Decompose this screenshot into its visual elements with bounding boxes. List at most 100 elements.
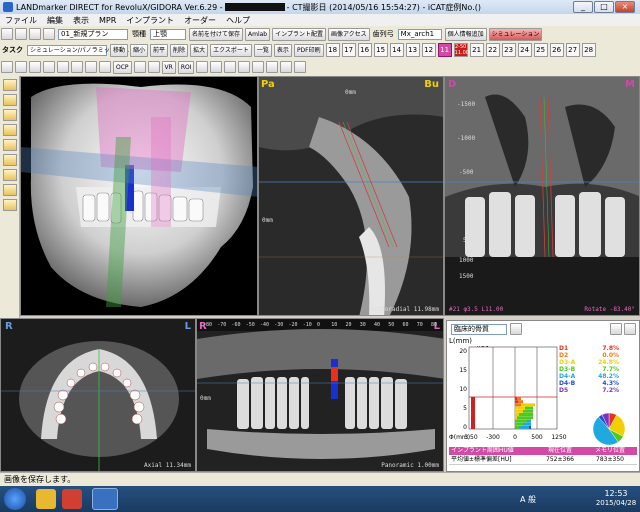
undo-icon[interactable] [294, 61, 307, 73]
amlab-button[interactable]: Amlab [245, 27, 271, 41]
menu-edit[interactable]: 編集 [42, 15, 68, 26]
book-icon[interactable] [610, 323, 622, 335]
export-button[interactable]: エクスポート [210, 43, 252, 57]
implant-icon[interactable] [196, 61, 209, 73]
app-taskbar-icon[interactable] [62, 489, 82, 509]
save-icon[interactable] [29, 28, 41, 40]
menu-help[interactable]: ヘルプ [221, 15, 255, 26]
angle-icon[interactable] [252, 61, 265, 73]
axial-view[interactable]: R L Axial 11.34mm [0, 318, 196, 472]
simulation-button[interactable]: シミュレーション [488, 27, 543, 41]
menu-file[interactable]: ファイル [0, 15, 42, 26]
vr-button[interactable]: VR [161, 60, 176, 74]
tooth-14[interactable]: 14 [389, 43, 404, 57]
start-button[interactable] [4, 488, 26, 510]
cross-section-view[interactable]: D M -1500 -1000 -500 0 500 1000 1500 #21… [444, 76, 640, 316]
save-as-button[interactable]: 名前を付けて保存 [189, 27, 244, 41]
jaw-select[interactable]: 上顎 [150, 28, 186, 40]
tooth-22[interactable]: 22 [485, 43, 500, 57]
pen-icon[interactable] [224, 61, 237, 73]
tooth-12[interactable]: 12 [421, 43, 436, 57]
pan-icon[interactable] [29, 61, 41, 73]
open-icon[interactable] [15, 28, 27, 40]
pointer-icon[interactable] [1, 61, 13, 73]
landmarker-taskbar-icon[interactable] [92, 488, 118, 510]
measure-icon[interactable] [99, 61, 111, 73]
tooth-21[interactable]: 21 [469, 43, 484, 57]
ocp-button[interactable]: OCP [113, 60, 132, 74]
folder-icon[interactable] [3, 124, 17, 136]
folder-icon[interactable] [3, 199, 17, 211]
bone-quality-panel: 臨床的骨質 L(mm) #21 201510503.50-30005001250… [446, 320, 640, 472]
arch-select[interactable]: Mx_arch1 [397, 28, 442, 40]
folder-icon[interactable] [3, 139, 17, 151]
new-icon[interactable] [1, 28, 13, 40]
shrink-button[interactable]: 縮小 [130, 43, 149, 57]
panoramic-view[interactable]: R L -80 -70 -60 -50 -40 -30 -20 -10 0 10 20 30 40 50 6… [196, 318, 444, 472]
task-select[interactable]: シミュレーション/パノラミックMPR [27, 44, 129, 56]
implant-badge[interactable]: 2-50 11.00 [453, 43, 469, 57]
tooth-24[interactable]: 24 [517, 43, 532, 57]
folder-icon[interactable] [3, 79, 17, 91]
reset-icon[interactable] [71, 61, 83, 73]
nerve-icon[interactable] [210, 61, 223, 73]
tooth-26[interactable]: 26 [549, 43, 564, 57]
clock-time[interactable]: 12:53 [594, 489, 638, 498]
line-icon[interactable] [238, 61, 251, 73]
menu-implant[interactable]: インプラント [121, 15, 179, 26]
delete-button[interactable]: 削除 [170, 43, 189, 57]
pdf-print-button[interactable]: PDF印刷 [293, 43, 324, 57]
rotate-icon[interactable] [57, 61, 69, 73]
tooth-25[interactable]: 25 [533, 43, 548, 57]
folder-icon[interactable] [3, 154, 17, 166]
zoom-icon[interactable] [43, 61, 55, 73]
tooth-16[interactable]: 16 [357, 43, 372, 57]
print-icon[interactable] [43, 28, 55, 40]
folder-icon[interactable] [3, 94, 17, 106]
layout-icon[interactable] [15, 61, 27, 73]
color-icon[interactable] [133, 61, 146, 73]
folder-icon[interactable] [3, 169, 17, 181]
pano-x-axis: -80 -70 -60 -50 -40 -30 -20 -10 0 10 20 30 40 50 60 70 8… [203, 322, 437, 330]
patient-info-button[interactable]: 個人情報追加 [444, 27, 487, 41]
close-button[interactable]: × [615, 1, 635, 13]
export-icon[interactable] [624, 323, 636, 335]
tooth-17[interactable]: 17 [341, 43, 356, 57]
window-level-icon[interactable] [85, 61, 97, 73]
bone-quality-select[interactable]: 臨床的骨質 [451, 323, 507, 335]
explorer-taskbar-icon[interactable] [36, 489, 56, 509]
clock-date[interactable]: 2015/04/28 [594, 499, 638, 507]
implant-place-button[interactable]: インプラント配置 [272, 27, 326, 41]
menu-view[interactable]: 表示 [68, 15, 94, 26]
sphere-icon[interactable] [147, 61, 160, 73]
image-access-button[interactable]: 画像アクセス [327, 27, 370, 41]
folder-icon[interactable] [3, 184, 17, 196]
front-button[interactable]: 前平 [150, 43, 169, 57]
text-icon[interactable] [266, 61, 279, 73]
tooth-23[interactable]: 23 [501, 43, 516, 57]
roi-button[interactable]: ROI [177, 60, 195, 74]
tooth-28[interactable]: 28 [581, 43, 596, 57]
tooth-18[interactable]: 18 [325, 43, 340, 57]
list-button[interactable]: 一覧 [253, 43, 272, 57]
zoom-button[interactable]: 拡大 [190, 43, 209, 57]
volume-render-view[interactable] [20, 76, 258, 316]
orthoradial-view[interactable]: Pa Bu 0mm 0mm Orthoradial 11.98mm [258, 76, 444, 316]
tooth-11[interactable]: 11 [437, 43, 452, 57]
tooth-27[interactable]: 27 [565, 43, 580, 57]
menu-mpr[interactable]: MPR [94, 16, 121, 25]
settings-icon[interactable] [510, 323, 522, 335]
tooth-13[interactable]: 13 [405, 43, 420, 57]
move-button[interactable]: 移動 [110, 43, 129, 57]
minimize-button[interactable]: _ [573, 1, 593, 13]
tooth-15[interactable]: 15 [373, 43, 388, 57]
window-title: LANDmarker DIRECT for RevoluX/GIDORA Ver… [16, 2, 481, 12]
ime-indicator[interactable]: A 般 [520, 494, 536, 505]
legend-label: D4-A [559, 373, 576, 380]
maximize-button[interactable]: □ [594, 1, 614, 13]
display-button[interactable]: 表示 [273, 43, 292, 57]
eraser-icon[interactable] [280, 61, 293, 73]
menu-order[interactable]: オーダー [179, 15, 221, 26]
plan-select[interactable]: 01_新規プラン [58, 28, 128, 40]
folder-icon[interactable] [3, 109, 17, 121]
